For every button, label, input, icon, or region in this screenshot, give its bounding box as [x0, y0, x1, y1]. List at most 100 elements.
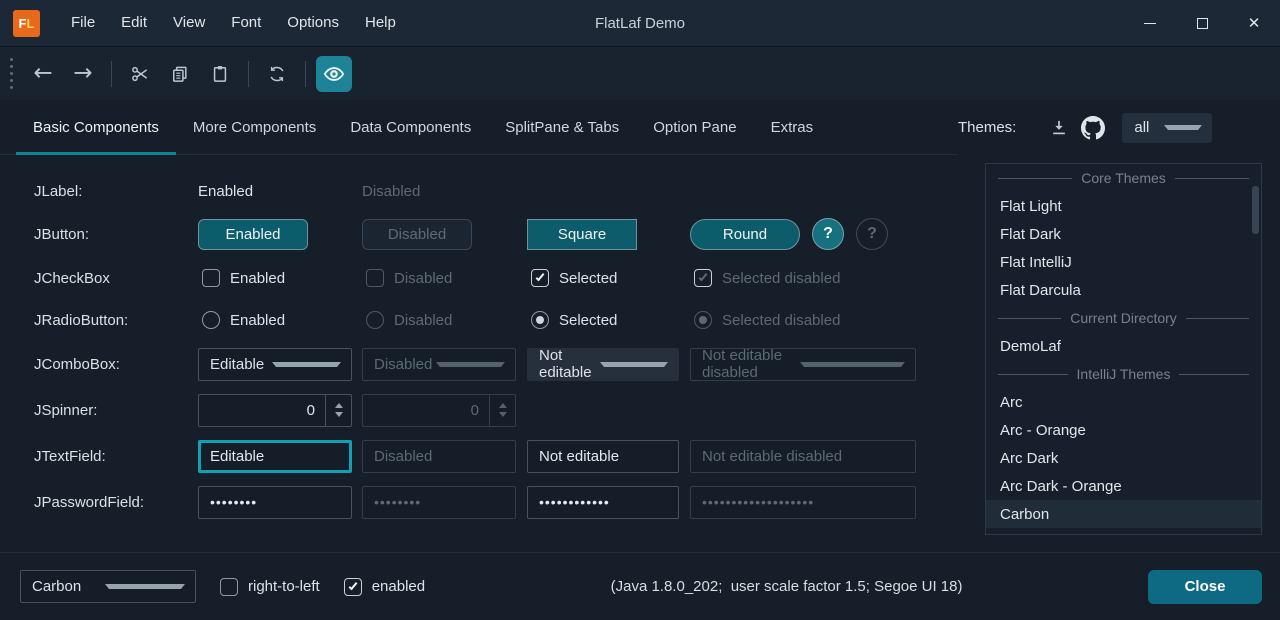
- minimize-button[interactable]: [1124, 0, 1176, 46]
- theme-item-flat-darcula[interactable]: Flat Darcula: [986, 276, 1261, 304]
- back-icon: ←: [33, 62, 52, 85]
- tab-splitpane-tabs[interactable]: SplitPane & Tabs: [488, 100, 636, 154]
- checkbox-selected-disabled: Selected disabled: [690, 269, 940, 287]
- refresh-button[interactable]: [259, 56, 295, 92]
- refresh-icon: [267, 64, 287, 84]
- spinner-down-icon: [499, 412, 507, 417]
- enabled-button[interactable]: Enabled: [198, 219, 308, 250]
- copy-icon: [170, 64, 190, 84]
- passwordfield-editable[interactable]: [198, 486, 352, 519]
- radio-disabled-label: Disabled: [394, 312, 452, 329]
- theme-item-demolaf[interactable]: DemoLaf: [986, 332, 1261, 360]
- checkbox-icon: [202, 269, 220, 287]
- round-button[interactable]: Round: [690, 219, 800, 250]
- square-button[interactable]: Square: [527, 219, 637, 250]
- menu-help[interactable]: Help: [352, 0, 409, 46]
- checkbox-enabled[interactable]: Enabled: [198, 269, 362, 287]
- back-button[interactable]: ←: [25, 56, 61, 92]
- menu-font[interactable]: Font: [218, 0, 274, 46]
- radio-disabled: Disabled: [362, 311, 527, 329]
- chevron-down-icon: [600, 362, 669, 367]
- github-link-button[interactable]: [1076, 112, 1110, 144]
- radio-selected[interactable]: Selected: [527, 311, 690, 329]
- checkbox-selected[interactable]: Selected: [527, 269, 690, 287]
- checkbox-disabled-label: Disabled: [394, 270, 452, 287]
- menu-options[interactable]: Options: [274, 0, 352, 46]
- checkbox-icon: [366, 269, 384, 287]
- combobox-not-editable[interactable]: Not editable: [527, 348, 679, 381]
- forward-button[interactable]: →: [65, 56, 101, 92]
- menu-edit[interactable]: Edit: [108, 0, 160, 46]
- show-toggle-button[interactable]: [316, 56, 352, 92]
- theme-item-carbon[interactable]: Carbon: [986, 500, 1261, 528]
- chevron-down-icon: [105, 584, 186, 589]
- minimize-icon: [1144, 23, 1156, 24]
- theme-item-arc-dark-orange[interactable]: Arc Dark - Orange: [986, 472, 1261, 500]
- tab-option-pane[interactable]: Option Pane: [636, 100, 753, 154]
- spinner-enabled[interactable]: [198, 394, 352, 427]
- toolbar-separator: [305, 61, 306, 87]
- radio-selected-label: Selected: [559, 312, 617, 329]
- theme-item-arc-dark[interactable]: Arc Dark: [986, 444, 1261, 472]
- theme-filter-combobox[interactable]: all: [1122, 113, 1212, 143]
- spinner-down-icon[interactable]: [335, 412, 343, 417]
- textfield-not-editable[interactable]: [527, 440, 679, 473]
- toolbar: ← →: [0, 46, 1280, 100]
- spinner-arrows[interactable]: [325, 395, 351, 426]
- passwordfield-not-editable[interactable]: [527, 486, 679, 519]
- theme-item-flat-intellij[interactable]: Flat IntelliJ: [986, 248, 1261, 276]
- tab-basic-components[interactable]: Basic Components: [16, 100, 176, 154]
- spinner-up-icon: [499, 403, 507, 408]
- tab-row: Basic Components More Components Data Co…: [0, 100, 1280, 155]
- laf-combobox[interactable]: Carbon: [20, 570, 196, 603]
- disabled-button: Disabled: [362, 219, 472, 250]
- checkbox-checked-icon: [344, 578, 362, 596]
- theme-filter-value: all: [1134, 119, 1164, 136]
- radio-icon: [202, 311, 220, 329]
- combobox-editable[interactable]: Editable: [198, 348, 352, 381]
- jlabel-label: JLabel:: [34, 183, 198, 200]
- help-button[interactable]: ?: [812, 218, 844, 250]
- spinner-value-input[interactable]: [199, 395, 325, 426]
- close-button[interactable]: Close: [1148, 570, 1262, 604]
- tab-extras[interactable]: Extras: [754, 100, 831, 154]
- tab-more-components[interactable]: More Components: [176, 100, 333, 154]
- radio-enabled[interactable]: Enabled: [198, 311, 362, 329]
- checkbox-enabled-label: Enabled: [230, 270, 285, 287]
- paste-icon: [210, 64, 230, 84]
- jradiobutton-label: JRadioButton:: [34, 312, 198, 329]
- window-controls: ✕: [1124, 0, 1280, 46]
- copy-button[interactable]: [162, 56, 198, 92]
- textfield-editable[interactable]: [198, 440, 352, 473]
- theme-item-flat-light[interactable]: Flat Light: [986, 192, 1261, 220]
- cut-button[interactable]: [122, 56, 158, 92]
- checkbox-checked-icon: [694, 269, 712, 287]
- right-to-left-checkbox[interactable]: right-to-left: [216, 578, 320, 596]
- theme-list-scrollbar[interactable]: [1252, 186, 1259, 234]
- theme-list-separator: IntelliJ Themes: [986, 360, 1261, 388]
- maximize-button[interactable]: [1176, 0, 1228, 46]
- textfield-disabled: [362, 440, 516, 473]
- tab-data-components[interactable]: Data Components: [333, 100, 488, 154]
- theme-item-arc-orange[interactable]: Arc - Orange: [986, 416, 1261, 444]
- jbutton-label: JButton:: [34, 226, 198, 243]
- toolbar-grip-handle[interactable]: [10, 58, 13, 89]
- theme-item-flat-dark[interactable]: Flat Dark: [986, 220, 1261, 248]
- main-content: JLabel: Enabled Disabled JButton: Enable…: [0, 155, 1280, 552]
- paste-button[interactable]: [202, 56, 238, 92]
- download-themes-button[interactable]: [1042, 112, 1076, 144]
- checkbox-icon: [220, 578, 238, 596]
- logo-letter-f: F: [19, 16, 27, 31]
- spinner-arrows: [489, 395, 515, 426]
- close-window-button[interactable]: ✕: [1228, 0, 1280, 46]
- menu-file[interactable]: File: [58, 0, 108, 46]
- jcombobox-label: JComboBox:: [34, 356, 198, 373]
- menu-view[interactable]: View: [160, 0, 218, 46]
- themes-list: Core Themes Flat Light Flat Dark Flat In…: [985, 163, 1262, 535]
- combobox-disabled: Disabled: [362, 348, 516, 381]
- enabled-checkbox[interactable]: enabled: [340, 578, 425, 596]
- theme-item-arc[interactable]: Arc: [986, 388, 1261, 416]
- checkbox-disabled: Disabled: [362, 269, 527, 287]
- checkbox-selected-label: Selected: [559, 270, 617, 287]
- spinner-up-icon[interactable]: [335, 403, 343, 408]
